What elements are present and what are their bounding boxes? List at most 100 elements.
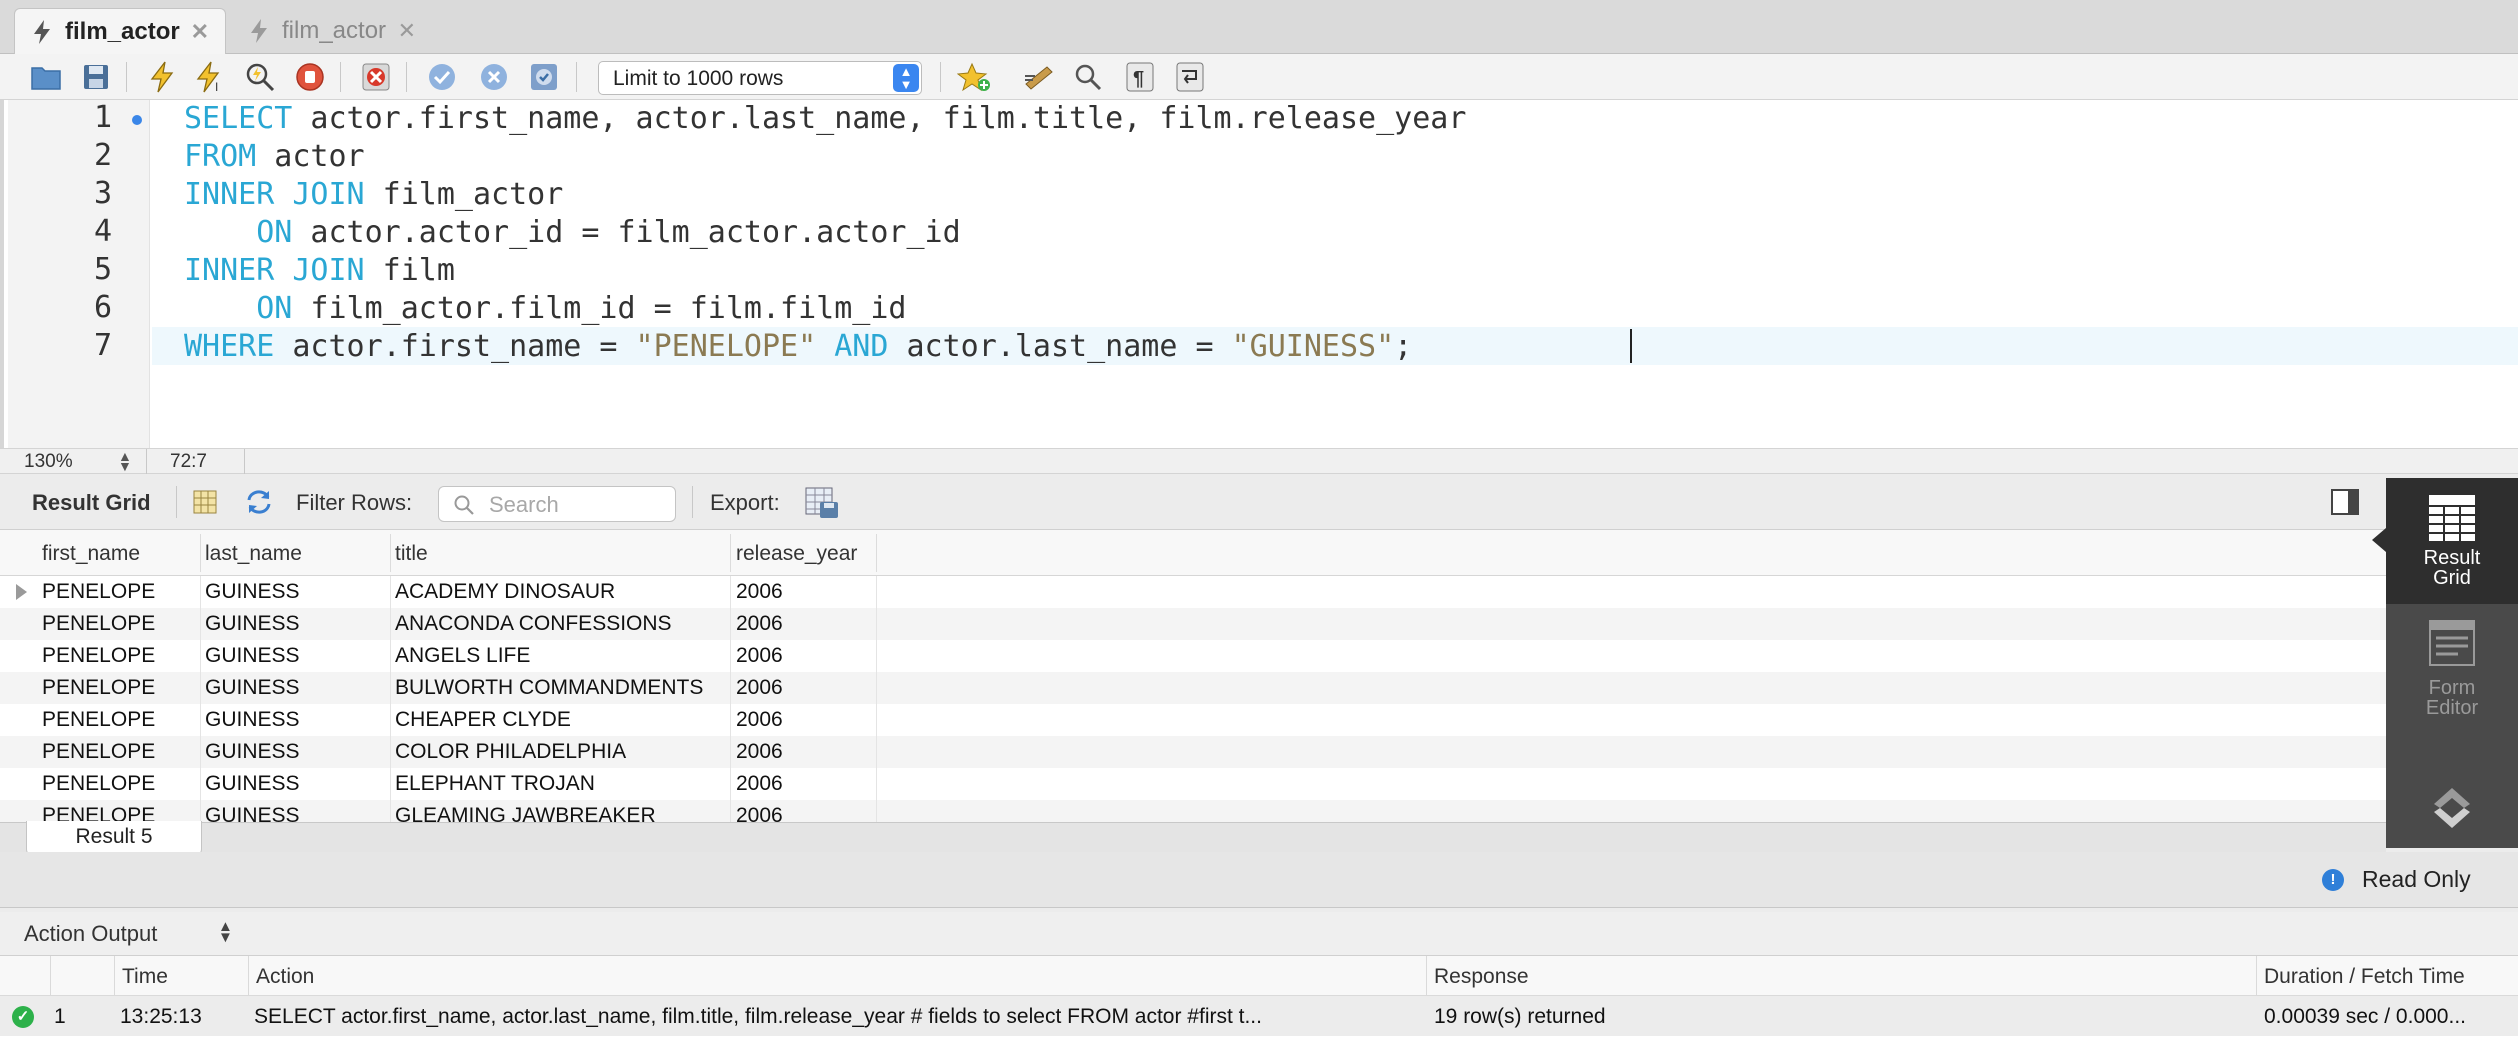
code-line[interactable]: FROM actor <box>184 138 365 176</box>
action-output-select[interactable]: Action Output <box>24 921 157 947</box>
current-row-marker-icon <box>16 584 27 600</box>
cell-title[interactable]: ACADEMY DINOSAUR <box>395 580 615 604</box>
column-header-title[interactable]: title <box>395 542 428 566</box>
lightning-icon <box>251 19 267 43</box>
success-check-icon: ✓ <box>12 1006 34 1028</box>
cell-title[interactable]: GLEAMING JAWBREAKER <box>395 804 656 822</box>
action-response: 19 row(s) returned <box>1434 1005 1606 1028</box>
cell-last-name[interactable]: GUINESS <box>205 612 300 636</box>
sql-keyword: INNER JOIN <box>184 177 365 212</box>
find-icon[interactable] <box>1070 59 1106 95</box>
cell-release-year[interactable]: 2006 <box>736 612 783 636</box>
close-icon[interactable]: ✕ <box>191 19 209 45</box>
cell-first-name[interactable]: PENELOPE <box>42 772 155 796</box>
cell-release-year[interactable]: 2006 <box>736 708 783 732</box>
cell-release-year[interactable]: 2006 <box>736 580 783 604</box>
explain-icon[interactable] <box>242 59 278 95</box>
search-placeholder: Search <box>489 492 559 517</box>
action-output-row[interactable]: ✓ 1 13:25:13 SELECT actor.first_name, ac… <box>0 996 2518 1036</box>
limit-select-value: Limit to 1000 rows <box>613 67 784 90</box>
limit-rows-select[interactable]: Limit to 1000 rows ▲ ▼ <box>598 61 922 95</box>
cell-title[interactable]: BULWORTH COMMANDMENTS <box>395 676 703 700</box>
cell-last-name[interactable]: GUINESS <box>205 644 300 668</box>
toggle-side-panel-icon[interactable] <box>2330 488 2360 522</box>
chevron-updown-icon[interactable]: ▲ ▼ <box>118 449 132 473</box>
cell-last-name[interactable]: GUINESS <box>205 740 300 764</box>
code-line[interactable]: SELECT actor.first_name, actor.last_name… <box>184 100 1466 138</box>
column-header-first-name[interactable]: first_name <box>42 542 140 566</box>
cell-first-name[interactable]: PENELOPE <box>42 580 155 604</box>
sql-editor[interactable]: 1 2 3 4 5 6 7 SELECT actor.first_name, a… <box>0 100 2518 448</box>
side-result-grid-button[interactable]: Result Grid <box>2372 478 2518 604</box>
cell-release-year[interactable]: 2006 <box>736 804 783 822</box>
cell-release-year[interactable]: 2006 <box>736 772 783 796</box>
cell-title[interactable]: CHEAPER CLYDE <box>395 708 571 732</box>
code-line[interactable]: WHERE actor.first_name = "PENELOPE" AND … <box>184 328 1412 366</box>
cell-last-name[interactable]: GUINESS <box>205 676 300 700</box>
execute-icon[interactable] <box>144 59 180 95</box>
table-row[interactable]: PENELOPE GUINESS BULWORTH COMMANDMENTS 2006 <box>0 672 2386 704</box>
sql-toolbar: I Limit to 1000 rows ▲ ▼ ¶ <box>0 54 2518 100</box>
cell-title[interactable]: ELEPHANT TROJAN <box>395 772 595 796</box>
code-line[interactable]: INNER JOIN film <box>184 252 455 290</box>
filter-search-input[interactable]: Search <box>438 486 676 522</box>
stop-icon[interactable] <box>292 59 328 95</box>
export-icon[interactable] <box>804 486 840 526</box>
column-header-release-year[interactable]: release_year <box>736 542 857 566</box>
cell-last-name[interactable]: GUINESS <box>205 580 300 604</box>
sql-text: actor.last_name = <box>888 329 1232 364</box>
scroll-arrows-icon[interactable] <box>2428 778 2476 843</box>
execute-current-icon[interactable]: I <box>192 59 228 95</box>
wrap-lines-icon[interactable] <box>1172 59 1208 95</box>
result-status-bar: ! Read Only <box>0 852 2518 908</box>
tab-film-actor-active[interactable]: film_actor ✕ <box>14 8 226 54</box>
invisible-characters-icon[interactable]: ¶ <box>1122 59 1158 95</box>
column-header-response: Response <box>1434 965 1529 988</box>
table-row[interactable]: PENELOPE GUINESS GLEAMING JAWBREAKER 2006 <box>0 800 2386 822</box>
grid-layout-icon[interactable] <box>192 489 218 521</box>
cell-last-name[interactable]: GUINESS <box>205 708 300 732</box>
sql-text: actor.actor_id = film_actor.actor_id <box>292 215 961 250</box>
table-row[interactable]: PENELOPE GUINESS ELEPHANT TROJAN 2006 <box>0 768 2386 800</box>
cell-title[interactable]: ANACONDA CONFESSIONS <box>395 612 672 636</box>
tab-label: film_actor <box>65 17 180 45</box>
add-snippet-icon[interactable] <box>956 59 992 95</box>
table-row[interactable]: PENELOPE GUINESS ANGELS LIFE 2006 <box>0 640 2386 672</box>
cell-release-year[interactable]: 2006 <box>736 740 783 764</box>
commit-icon[interactable] <box>424 59 460 95</box>
tab-film-actor[interactable]: film_actor ✕ <box>232 8 432 54</box>
cell-release-year[interactable]: 2006 <box>736 644 783 668</box>
code-line[interactable]: ON film_actor.film_id = film.film_id <box>184 290 906 328</box>
cell-first-name[interactable]: PENELOPE <box>42 804 155 822</box>
cell-first-name[interactable]: PENELOPE <box>42 644 155 668</box>
cell-last-name[interactable]: GUINESS <box>205 772 300 796</box>
cell-first-name[interactable]: PENELOPE <box>42 676 155 700</box>
table-row[interactable]: PENELOPE GUINESS COLOR PHILADELPHIA 2006 <box>0 736 2386 768</box>
close-icon[interactable]: ✕ <box>398 18 416 44</box>
table-row[interactable]: PENELOPE GUINESS ANACONDA CONFESSIONS 2006 <box>0 608 2386 640</box>
cell-first-name[interactable]: PENELOPE <box>42 708 155 732</box>
open-folder-icon[interactable] <box>28 59 64 95</box>
code-line[interactable]: ON actor.actor_id = film_actor.actor_id <box>184 214 961 252</box>
editor-status-bar: 130% ▲ ▼ 72:7 <box>0 448 2518 475</box>
cell-first-name[interactable]: PENELOPE <box>42 612 155 636</box>
refresh-icon[interactable] <box>244 488 274 522</box>
rollback-icon[interactable] <box>476 59 512 95</box>
cell-first-name[interactable]: PENELOPE <box>42 740 155 764</box>
chevron-updown-icon[interactable]: ▲ ▼ <box>218 919 233 945</box>
cell-last-name[interactable]: GUINESS <box>205 804 300 822</box>
cell-release-year[interactable]: 2006 <box>736 676 783 700</box>
autocommit-icon[interactable] <box>526 59 562 95</box>
code-line[interactable]: INNER JOIN film_actor <box>184 176 563 214</box>
beautify-icon[interactable] <box>1022 59 1058 95</box>
cell-title[interactable]: COLOR PHILADELPHIA <box>395 740 626 764</box>
toggle-error-stop-icon[interactable] <box>358 59 394 95</box>
save-icon[interactable] <box>78 59 114 95</box>
table-row[interactable]: PENELOPE GUINESS ACADEMY DINOSAUR 2006 <box>0 576 2386 608</box>
result-grid[interactable]: first_name last_name title release_year … <box>0 530 2386 822</box>
side-form-editor-button[interactable]: Form Editor <box>2386 618 2518 738</box>
cell-title[interactable]: ANGELS LIFE <box>395 644 530 668</box>
column-header-last-name[interactable]: last_name <box>205 542 302 566</box>
table-row[interactable]: PENELOPE GUINESS CHEAPER CLYDE 2006 <box>0 704 2386 736</box>
